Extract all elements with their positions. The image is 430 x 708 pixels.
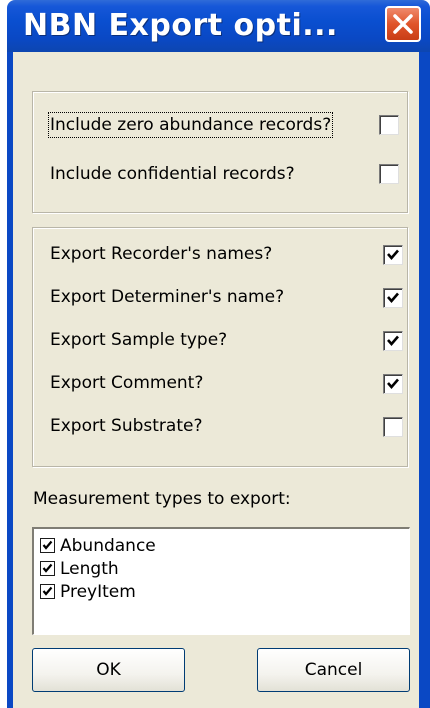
include-confidential-checkbox[interactable] [379, 164, 399, 184]
measurement-types-label: Measurement types to export: [33, 489, 291, 509]
cancel-button[interactable]: Cancel [257, 648, 410, 692]
record-options-group [32, 91, 408, 213]
export-substrate-checkbox[interactable] [383, 417, 403, 437]
export-comment-label[interactable]: Export Comment? [50, 372, 203, 394]
title-bar[interactable]: NBN Export opti... [7, 0, 430, 52]
export-determiners-name-label[interactable]: Export Determiner's name? [50, 286, 284, 308]
include-zero-abundance-checkbox[interactable] [379, 115, 399, 135]
nbn-export-options-dialog: NBN Export opti... Include zero abundanc… [0, 0, 430, 708]
desktop-edge [0, 0, 7, 708]
list-item-length[interactable]: Length [40, 558, 340, 580]
close-icon [393, 14, 413, 34]
checkmark-icon [42, 563, 53, 573]
include-zero-abundance-label[interactable]: Include zero abundance records? [47, 112, 334, 138]
window-title: NBN Export opti... [23, 8, 338, 43]
dialog-body: Include zero abundance records? Include … [13, 52, 419, 708]
close-button[interactable] [385, 6, 421, 42]
length-checkbox[interactable] [40, 561, 55, 576]
export-comment-checkbox[interactable] [383, 374, 403, 394]
preyitem-checkbox[interactable] [40, 584, 55, 599]
checkmark-icon [387, 249, 399, 260]
export-recorders-names-checkbox[interactable] [383, 245, 403, 265]
export-substrate-label[interactable]: Export Substrate? [50, 415, 203, 437]
abundance-label: Abundance [60, 536, 156, 556]
preyitem-label: PreyItem [60, 582, 136, 602]
checkmark-icon [42, 540, 53, 550]
export-sample-type-label[interactable]: Export Sample type? [50, 329, 227, 351]
checkmark-icon [42, 586, 53, 596]
list-item-preyitem[interactable]: PreyItem [40, 581, 340, 603]
checkmark-icon [387, 292, 399, 303]
export-determiners-name-checkbox[interactable] [383, 288, 403, 308]
checkmark-icon [387, 378, 399, 389]
export-recorders-names-label[interactable]: Export Recorder's names? [50, 243, 272, 265]
length-label: Length [60, 559, 119, 579]
checkmark-icon [387, 335, 399, 346]
measurement-types-list[interactable]: Abundance Length PreyItem [32, 527, 410, 635]
export-sample-type-checkbox[interactable] [383, 331, 403, 351]
list-item-abundance[interactable]: Abundance [40, 535, 340, 557]
ok-button[interactable]: OK [32, 648, 185, 692]
include-confidential-label[interactable]: Include confidential records? [50, 163, 295, 185]
abundance-checkbox[interactable] [40, 538, 55, 553]
